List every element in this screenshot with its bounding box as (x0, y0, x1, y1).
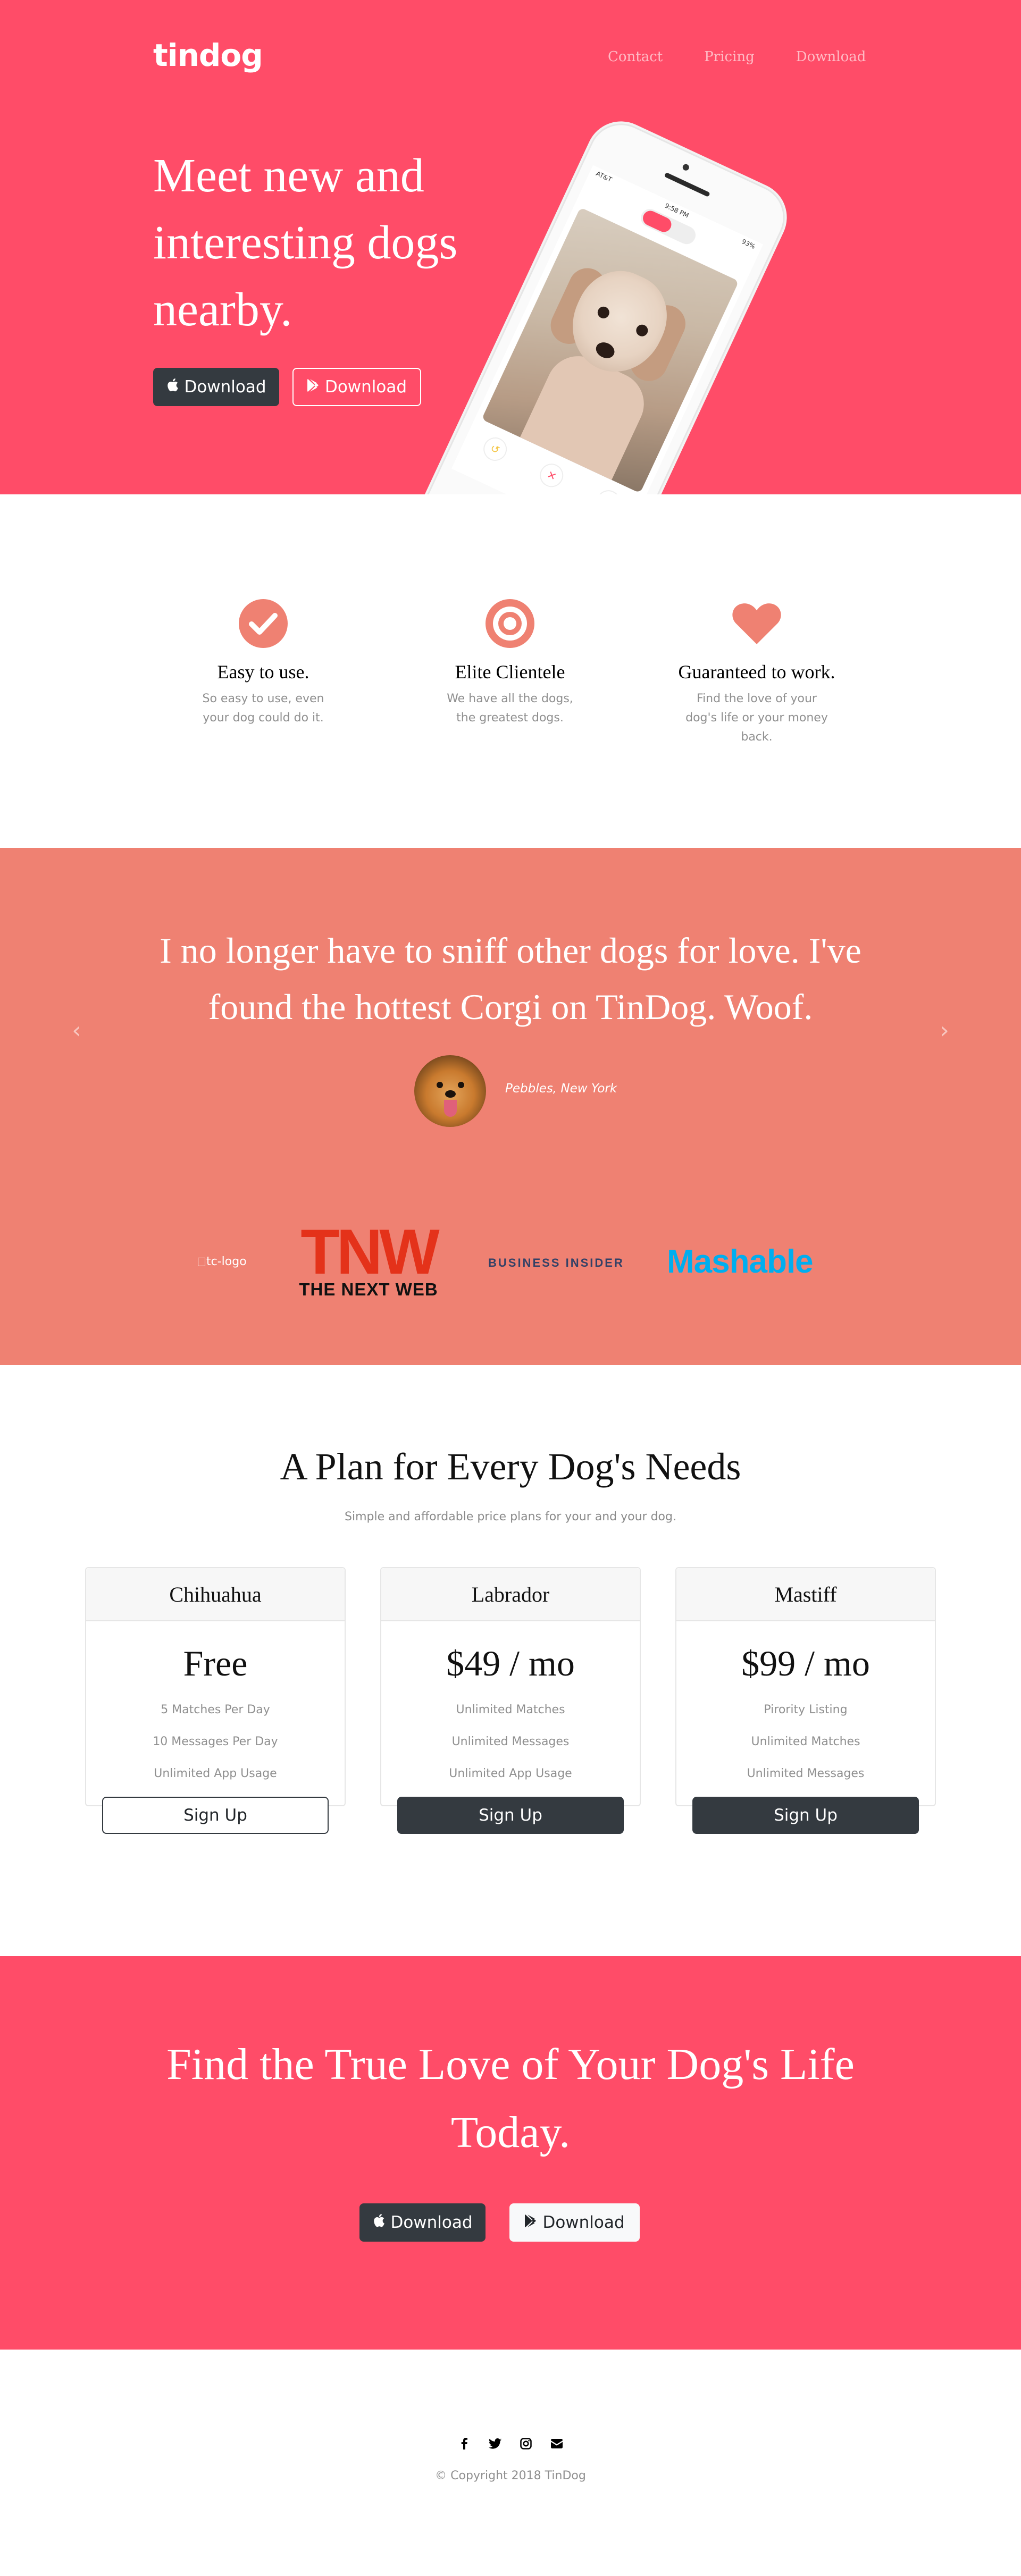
cta-heading-text: Find the True Love of Your Dog's Life To… (166, 2040, 855, 2157)
plan-feature: 10 Messages Per Day (153, 1735, 278, 1748)
tnw-logo-text: THE NEXT WEB (299, 1279, 438, 1299)
dislike-icon: ✕ (536, 460, 567, 491)
nav-link-pricing[interactable]: Pricing (704, 49, 755, 65)
hero-apple-download-button[interactable]: Download (153, 368, 279, 406)
hero-google-play-download-button[interactable]: Download (292, 368, 421, 406)
cta-apple-download-button[interactable]: Download (359, 2203, 486, 2242)
plan-feature: Pirority Listing (764, 1703, 848, 1716)
copyright-text: © Copyright 2018 TinDog (435, 2469, 586, 2482)
cta-section: Find the True Love of Your Dog's Life To… (0, 1956, 1021, 2350)
cta-apple-download-label: Download (390, 2213, 473, 2232)
chevron-right-icon: › (940, 1016, 949, 1044)
undo-icon: ↺ (479, 433, 511, 465)
testimonial-quote: I no longer have to sniff other dogs for… (0, 922, 1021, 1035)
testimonial-avatar (414, 1055, 486, 1127)
feature-elite: Elite Clientele We have all the dogs, th… (422, 599, 598, 728)
apple-icon (166, 377, 179, 397)
envelope-icon[interactable] (550, 2437, 563, 2450)
feature-title: Elite Clientele (455, 661, 565, 683)
like-icon: ♥ (593, 486, 624, 494)
apple-icon (372, 2213, 385, 2232)
plan-feature: 5 Matches Per Day (161, 1703, 270, 1716)
google-play-icon (524, 2213, 537, 2232)
hero-apple-download-label: Download (184, 377, 266, 397)
target-icon (486, 599, 534, 648)
tnw-logo: TNW THE NEXT WEB (291, 1216, 446, 1300)
twitter-icon[interactable] (489, 2437, 501, 2450)
features-section: Easy to use. So easy to use, even your d… (0, 494, 1021, 848)
sign-up-button-mastiff[interactable]: Sign Up (692, 1797, 919, 1834)
pricing-section: A Plan for Every Dog's Needs Simple and … (0, 1365, 1021, 1956)
instagram-icon[interactable] (520, 2437, 532, 2450)
cta-heading: Find the True Love of Your Dog's Life To… (0, 2031, 1021, 2167)
plan-feature: Unlimited App Usage (154, 1767, 277, 1780)
cta-google-download-label: Download (542, 2213, 625, 2232)
press-section: tc-logo TNW THE NEXT WEB BUSINESS INSIDE… (0, 1167, 1021, 1365)
cta-google-play-download-button[interactable]: Download (509, 2203, 640, 2242)
plan-feature: Unlimited Messages (451, 1735, 570, 1748)
plan-name: Mastiff (676, 1568, 935, 1621)
pricing-title: A Plan for Every Dog's Needs (280, 1445, 741, 1488)
plan-price: $99 / mo (741, 1643, 870, 1683)
pricing-card-chihuahua: Chihuahua Free 5 Matches Per Day 10 Mess… (85, 1567, 346, 1834)
business-insider-logo: BUSINESS INSIDER (488, 1256, 624, 1269)
social-links (0, 2437, 1021, 2450)
plan-feature: Unlimited App Usage (449, 1767, 572, 1780)
pricing-subtitle: Simple and affordable price plans for yo… (345, 1510, 676, 1523)
plan-feature: Unlimited Matches (751, 1735, 860, 1748)
brand-logo[interactable]: tindog (153, 37, 263, 73)
phone-screen: AT&T 9:58 PM 93% ↺ ✕ ♥ (451, 165, 764, 494)
heart-icon (732, 599, 781, 648)
tc-logo-alt: tc-logo (206, 1255, 247, 1268)
feature-text: Find the love of your dog's life or your… (685, 692, 828, 744)
tnw-logo-mark: TNW (300, 1216, 439, 1287)
footer: © Copyright 2018 TinDog (0, 2350, 1021, 2576)
plan-feature: Unlimited Matches (456, 1703, 565, 1716)
phone-camera (681, 163, 690, 172)
nav-link-download[interactable]: Download (796, 49, 866, 65)
hero-google-download-label: Download (324, 377, 407, 397)
plan-price: Free (183, 1643, 248, 1683)
testimonials-section: ‹ I no longer have to sniff other dogs f… (0, 848, 1021, 1167)
pricing-card-labrador: Labrador $49 / mo Unlimited Matches Unli… (380, 1567, 641, 1834)
nav-link-contact[interactable]: Contact (608, 49, 663, 65)
feature-guaranteed: Guaranteed to work. Find the love of you… (669, 599, 844, 747)
carousel-next-button[interactable]: › (934, 1014, 955, 1046)
plan-name: Labrador (381, 1568, 640, 1621)
feature-easy: Easy to use. So easy to use, even your d… (175, 599, 351, 728)
plan-name: Chihuahua (86, 1568, 345, 1621)
feature-text: So easy to use, even your dog could do i… (202, 692, 324, 725)
check-circle-icon (239, 599, 288, 648)
google-play-icon (307, 377, 320, 397)
testimonial-quote-text: I no longer have to sniff other dogs for… (160, 930, 861, 1027)
sign-up-button-labrador[interactable]: Sign Up (397, 1797, 624, 1834)
testimonial-author: Pebbles, New York (505, 1082, 617, 1096)
pricing-card-mastiff: Mastiff $99 / mo Pirority Listing Unlimi… (675, 1567, 936, 1834)
broken-image-icon (198, 1258, 205, 1266)
phone-speaker (664, 172, 710, 197)
facebook-icon[interactable] (458, 2437, 471, 2450)
sign-up-button-chihuahua[interactable]: Sign Up (102, 1797, 329, 1834)
phone-battery: 93% (740, 238, 757, 251)
tc-logo-broken-image: tc-logo (198, 1255, 247, 1268)
phone-carrier: AT&T (595, 170, 613, 184)
plan-price: $49 / mo (446, 1643, 575, 1683)
plan-feature: Unlimited Messages (747, 1767, 865, 1780)
feature-text: We have all the dogs, the greatest dogs. (447, 692, 573, 725)
main-nav: Contact Pricing Download (608, 49, 866, 65)
feature-title: Easy to use. (217, 661, 309, 683)
title-section: tindog Contact Pricing Download Meet new… (0, 0, 1021, 494)
feature-title: Guaranteed to work. (678, 661, 835, 683)
mashable-logo: Mashable (667, 1243, 814, 1280)
hero-heading: Meet new and interesting dogs nearby. (153, 149, 458, 336)
